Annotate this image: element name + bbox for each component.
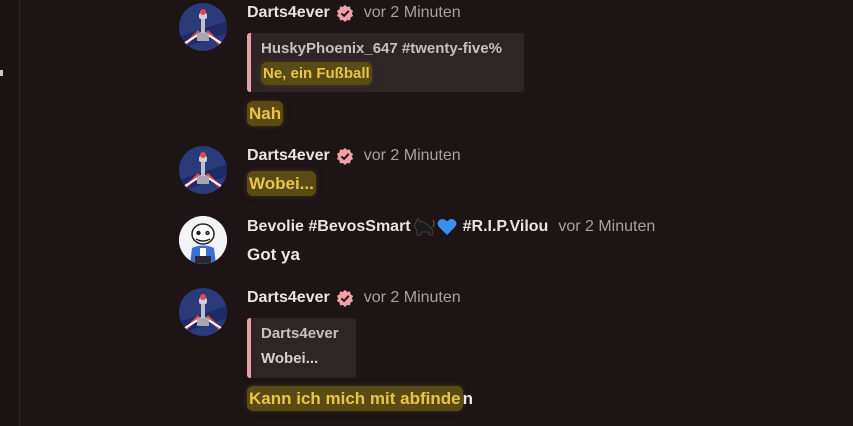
message-text: Got ya <box>247 245 300 264</box>
darts-trophy-avatar-icon <box>179 146 227 194</box>
avatar[interactable] <box>179 288 227 336</box>
message-text: Kann ich mich mit abfinde <box>247 386 463 411</box>
darts-trophy-avatar-icon <box>179 3 227 51</box>
username[interactable]: Darts4ever <box>247 289 330 307</box>
timestamp: vor 2 Minuten <box>363 4 461 21</box>
username[interactable]: Darts4ever <box>247 147 330 165</box>
username-part[interactable]: Bevolie #BevosSmart <box>247 218 411 236</box>
black-cat-icon <box>414 218 435 236</box>
left-rail <box>0 0 20 426</box>
avatar[interactable] <box>179 216 227 264</box>
avatar[interactable] <box>179 3 227 51</box>
timestamp: vor 2 Minuten <box>363 147 461 164</box>
message-text: Wobei... <box>247 171 316 196</box>
skeleton-character-avatar-icon <box>179 216 227 264</box>
username[interactable]: Darts4ever <box>247 4 330 22</box>
reply-quote[interactable]: HuskyPhoenix_647 #twenty-five% Ne, ein F… <box>247 33 524 92</box>
reply-quote[interactable]: Darts4ever Wobei... <box>247 318 356 378</box>
reply-author: Darts4ever <box>261 325 339 342</box>
rail-marker <box>0 70 3 76</box>
message-text-tail: n <box>462 389 473 408</box>
verified-badge-icon <box>336 4 353 22</box>
reply-text: Ne, ein Fußball <box>261 62 372 85</box>
blue-heart-icon <box>437 219 457 235</box>
verified-badge-icon <box>336 289 353 307</box>
timestamp: vor 2 Minuten <box>363 289 461 306</box>
reply-text: Wobei... <box>261 350 319 367</box>
message-text: Nah <box>247 101 284 126</box>
verified-badge-icon <box>336 147 353 165</box>
avatar[interactable] <box>179 146 227 194</box>
darts-trophy-avatar-icon <box>179 288 227 336</box>
timestamp: vor 2 Minuten <box>558 218 656 235</box>
username-part[interactable]: #R.I.P.Vilou <box>463 218 549 236</box>
reply-author: HuskyPhoenix_647 #twenty-five% <box>261 40 502 57</box>
